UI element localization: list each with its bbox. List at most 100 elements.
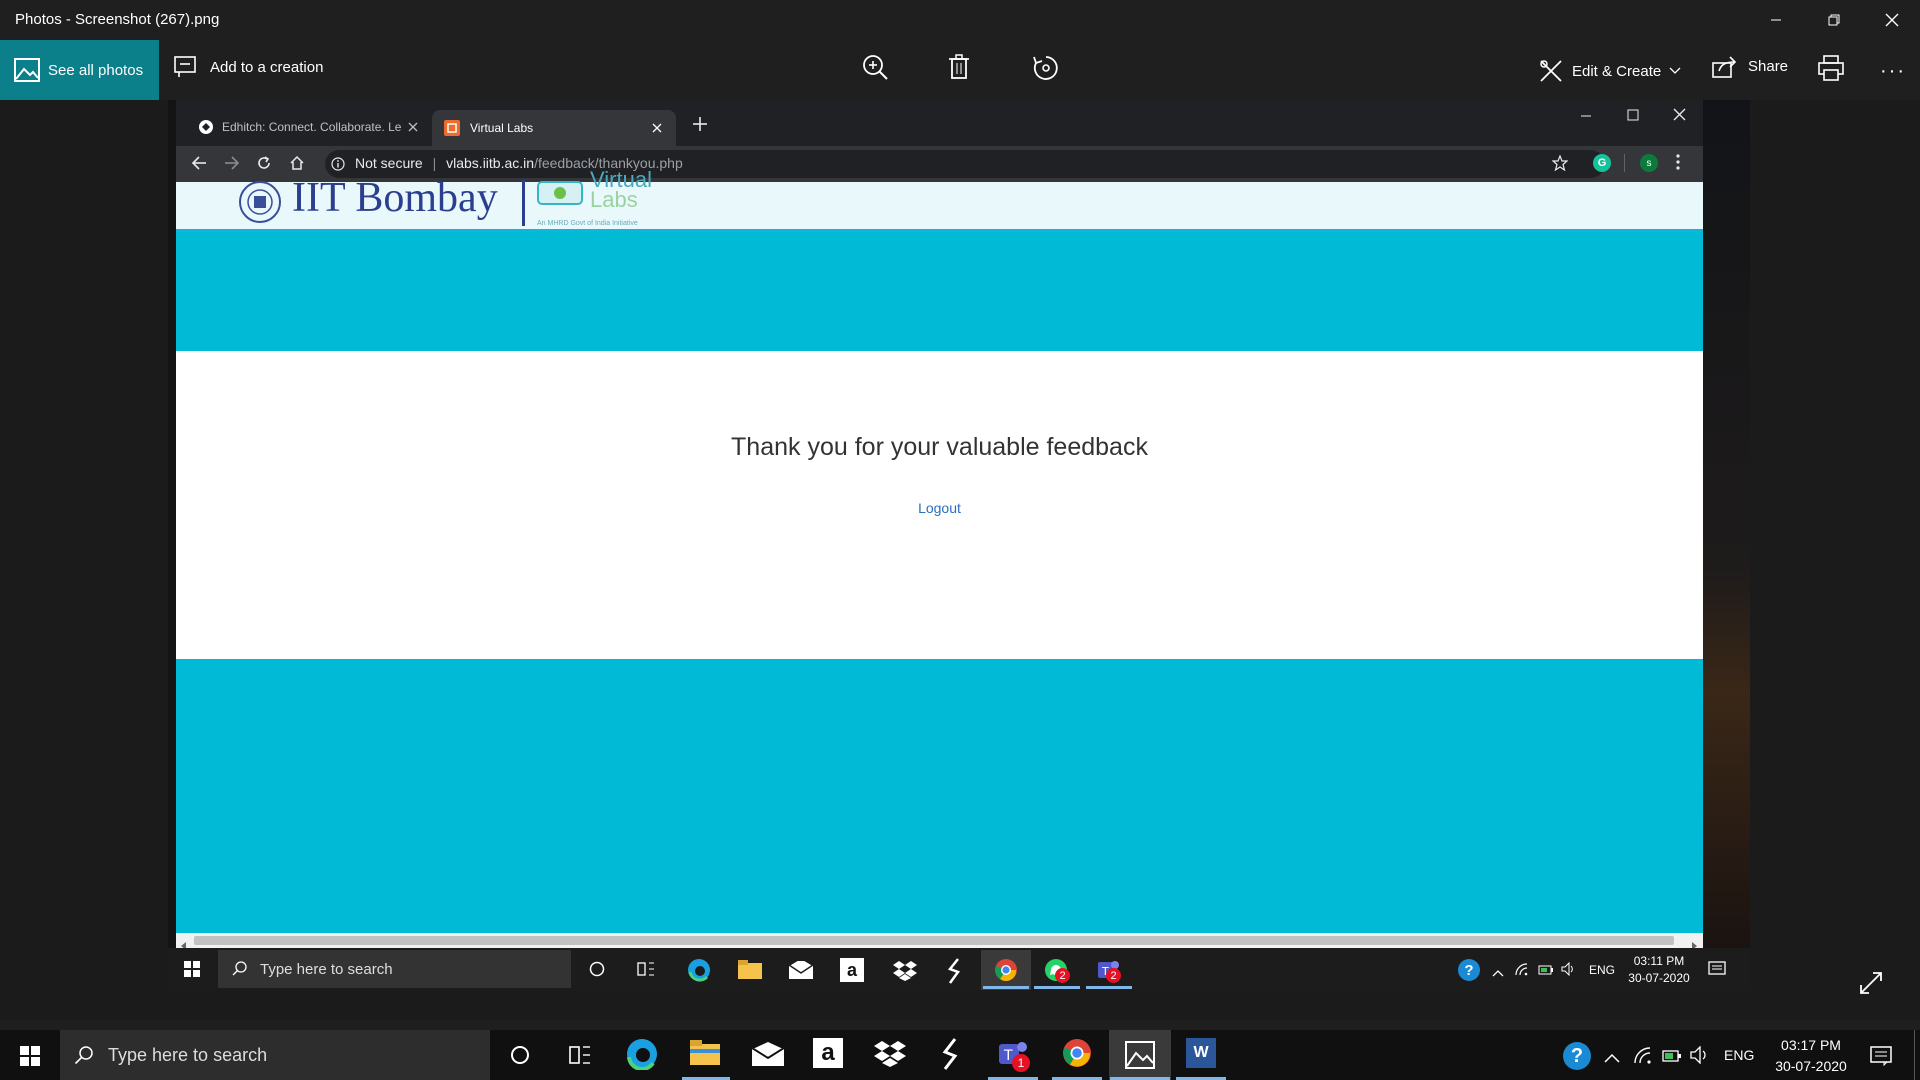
bookmark-star-button[interactable] xyxy=(1551,154,1569,176)
close-button[interactable] xyxy=(1864,0,1920,40)
tab-virtual-labs[interactable]: Virtual Labs xyxy=(432,110,676,146)
home-button[interactable] xyxy=(289,155,305,176)
screenshot-amazon-icon: a xyxy=(840,958,864,982)
search-icon xyxy=(232,961,247,976)
action-center-button[interactable] xyxy=(1870,1046,1892,1071)
minimize-icon xyxy=(1771,19,1781,21)
photos-app-icon xyxy=(1125,1041,1155,1069)
search-icon xyxy=(74,1046,93,1065)
taskbar-mail[interactable] xyxy=(752,1042,784,1066)
restore-icon xyxy=(1828,14,1840,26)
see-all-photos-label: See all photos xyxy=(48,61,144,79)
tab-label: Virtual Labs xyxy=(470,121,534,135)
screenshot-whatsapp-underline xyxy=(1034,986,1080,989)
show-hidden-icons-button[interactable] xyxy=(1604,1050,1620,1068)
volume-icon xyxy=(1690,1045,1706,1065)
profile-avatar[interactable]: s xyxy=(1640,154,1658,172)
profile-initial: s xyxy=(1646,157,1652,169)
separator: | xyxy=(432,155,437,171)
scrollbar-thumb[interactable] xyxy=(194,936,1674,945)
clock-time: 03:17 PM xyxy=(1781,1037,1841,1053)
zoom-button[interactable] xyxy=(862,54,888,85)
taskbar-dropbox[interactable] xyxy=(874,1040,906,1068)
input-language[interactable]: ENG xyxy=(1724,1047,1754,1063)
wifi-icon xyxy=(1634,1047,1651,1064)
word-icon: W xyxy=(1193,1044,1209,1061)
url-host: vlabs.iitb.ac.in xyxy=(446,155,535,171)
delete-button[interactable] xyxy=(948,54,970,85)
taskbar-edge[interactable] xyxy=(626,1038,658,1070)
chrome-menu-button[interactable] xyxy=(1676,154,1680,175)
logo-divider xyxy=(522,180,525,226)
mail-icon xyxy=(752,1042,784,1066)
share-button[interactable]: Share xyxy=(1712,54,1788,78)
toolbar-divider xyxy=(1624,154,1625,172)
task-view-button[interactable] xyxy=(565,1043,595,1067)
browser-minimize-button[interactable] xyxy=(1580,108,1592,126)
taskbar-search-box[interactable]: Type here to search xyxy=(60,1030,490,1080)
browser-close-button[interactable] xyxy=(1673,108,1686,126)
minimize-button[interactable] xyxy=(1748,0,1804,40)
edit-create-button[interactable]: Edit & Create xyxy=(1538,58,1681,84)
home-icon xyxy=(290,155,304,170)
cortana-icon xyxy=(511,1046,529,1064)
start-button[interactable] xyxy=(20,1046,40,1071)
cortana-button[interactable] xyxy=(505,1043,535,1067)
add-creation-icon xyxy=(174,56,196,77)
screenshot-battery-icon xyxy=(1538,963,1554,981)
teams-badge: 1 xyxy=(1012,1054,1030,1072)
screenshot-help-icon: ? xyxy=(1458,959,1480,981)
volume-button[interactable] xyxy=(1690,1045,1710,1069)
screenshot-clock: 03:11 PM 30-07-2020 xyxy=(1624,953,1694,987)
taskbar-photos[interactable] xyxy=(1125,1041,1155,1069)
screenshot-wifi-icon xyxy=(1514,962,1530,981)
iitb-emblem-icon xyxy=(232,178,288,231)
close-tab-icon[interactable] xyxy=(408,122,418,132)
vlabs-text-labs: Labs xyxy=(590,187,638,212)
new-tab-button[interactable] xyxy=(692,116,708,137)
screenshot-teams-underline xyxy=(1086,986,1132,989)
screenshot-chevron-up-icon xyxy=(1492,964,1504,982)
back-button[interactable] xyxy=(191,156,207,175)
add-to-creation-button[interactable]: Add to a creation xyxy=(174,56,323,78)
taskbar-chrome[interactable] xyxy=(1062,1038,1092,1068)
logout-link[interactable]: Logout xyxy=(176,500,1703,516)
taskbar-file-explorer[interactable] xyxy=(690,1040,720,1066)
arrow-right-icon xyxy=(225,156,240,170)
restore-button[interactable] xyxy=(1806,0,1862,40)
browser-maximize-button[interactable] xyxy=(1627,108,1639,126)
chrome-icon xyxy=(1063,1039,1091,1067)
tab-edhitch[interactable]: Edhitch: Connect. Collaborate. Le xyxy=(190,110,428,144)
fullscreen-button[interactable] xyxy=(1858,970,1884,1001)
show-desktop-button[interactable] xyxy=(1914,1030,1915,1080)
clock-date: 30-07-2020 xyxy=(1775,1058,1847,1074)
print-button[interactable] xyxy=(1818,55,1844,86)
screenshot-notification-icon xyxy=(1708,961,1726,982)
vlabs-caption: An MHRD Govt of India Initiative xyxy=(537,220,638,227)
edhitch-favicon-icon xyxy=(199,120,213,134)
screenshot-chrome-icon xyxy=(994,958,1018,987)
screenshot-file-explorer-icon xyxy=(738,960,762,985)
battery-button[interactable] xyxy=(1662,1048,1682,1069)
wifi-button[interactable] xyxy=(1633,1046,1653,1069)
screenshot-date: 30-07-2020 xyxy=(1628,971,1690,985)
taskbar-word[interactable]: W xyxy=(1186,1038,1216,1068)
not-secure-label: Not secure xyxy=(355,155,423,171)
taskbar-app-s[interactable] xyxy=(940,1038,960,1070)
rotate-button[interactable] xyxy=(1032,54,1060,87)
reload-button[interactable] xyxy=(256,155,272,176)
taskbar-amazon[interactable]: a xyxy=(813,1038,843,1068)
screenshot-lang: ENG xyxy=(1589,963,1616,977)
see-all-photos-button[interactable]: See all photos xyxy=(0,40,159,100)
task-view-icon xyxy=(569,1046,590,1064)
help-icon[interactable]: ? xyxy=(1563,1042,1591,1070)
close-tab-icon[interactable] xyxy=(652,123,662,133)
grammarly-extension-icon[interactable]: G xyxy=(1593,154,1611,172)
forward-button[interactable] xyxy=(224,156,240,175)
vlabs-logo-icon xyxy=(536,180,584,211)
more-options-button[interactable]: ··· xyxy=(1880,60,1906,83)
logout-label[interactable]: Logout xyxy=(918,500,961,516)
system-clock[interactable]: 03:17 PM 30-07-2020 xyxy=(1768,1035,1854,1077)
edit-create-label: Edit & Create xyxy=(1572,62,1662,80)
extension-initial: G xyxy=(1597,157,1607,169)
